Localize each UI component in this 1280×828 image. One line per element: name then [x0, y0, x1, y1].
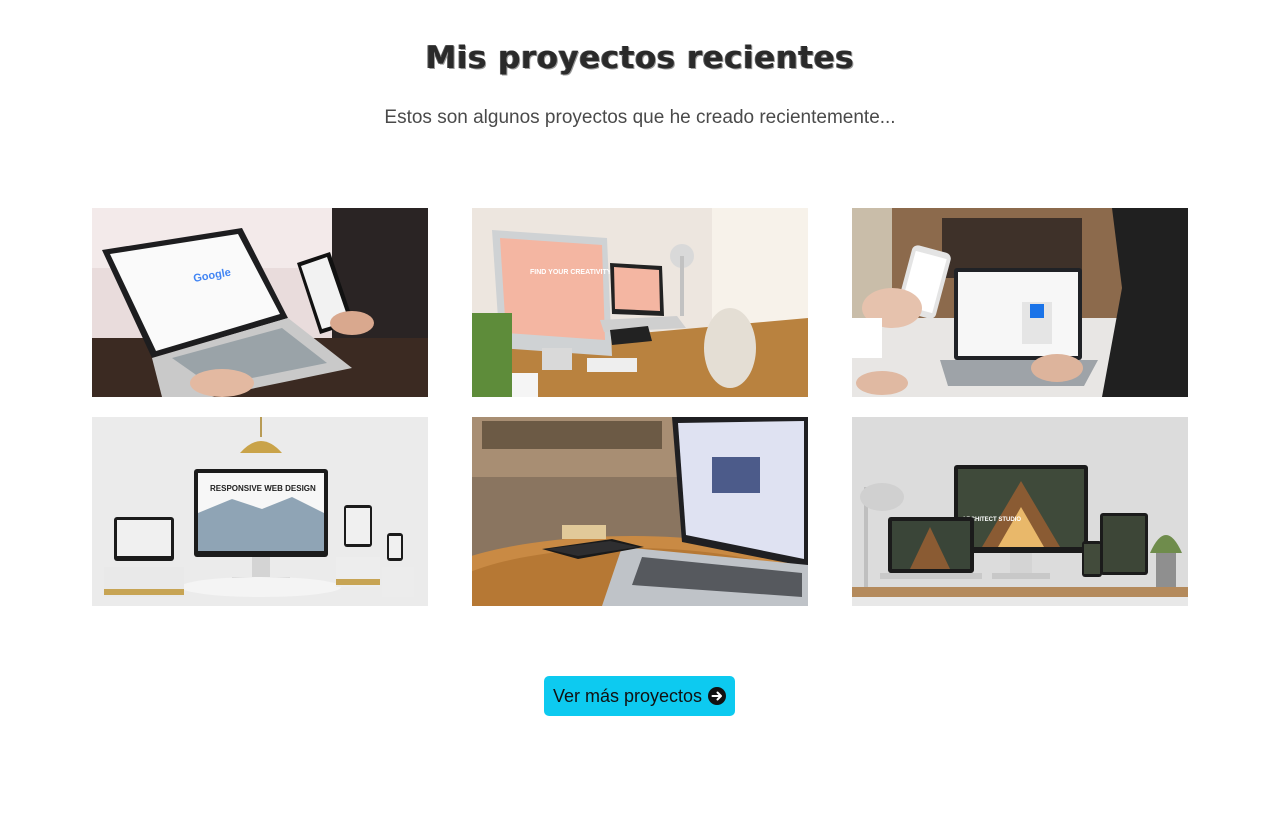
projects-section: Mis proyectos recientes Estos son alguno… — [0, 0, 1280, 828]
responsive-text: RESPONSIVE WEB DESIGN — [210, 484, 316, 493]
projects-grid: Google FIND YOUR CREATIVITY RESPONSIVE W… — [92, 208, 1188, 606]
project-image-architecture: ARCHITECT STUDIO — [852, 417, 1188, 606]
project-image-macbook — [472, 417, 808, 606]
project-card-responsive[interactable]: RESPONSIVE WEB DESIGN — [92, 417, 428, 606]
project-card-macbook[interactable] — [472, 417, 808, 606]
ver-mas-proyectos-button[interactable]: Ver más proyectos — [544, 676, 735, 716]
project-image-laptop-phone: Google — [92, 208, 428, 397]
project-card-phone-laptop[interactable] — [852, 208, 1188, 397]
project-card-architecture[interactable]: ARCHITECT STUDIO — [852, 417, 1188, 606]
project-card-laptop-phone[interactable]: Google — [92, 208, 428, 397]
creativity-text: FIND YOUR CREATIVITY — [530, 269, 612, 276]
section-subtitle: Estos son algunos proyectos que he cread… — [384, 107, 896, 128]
project-image-phone-laptop — [852, 208, 1188, 397]
project-image-imac-desk: FIND YOUR CREATIVITY — [472, 208, 808, 397]
arrow-right-circle-icon — [708, 687, 727, 705]
project-image-responsive: RESPONSIVE WEB DESIGN — [92, 417, 428, 606]
section-title: Mis proyectos recientes — [425, 40, 855, 76]
ver-mas-proyectos-label: Ver más proyectos — [552, 685, 703, 706]
project-card-imac-desk[interactable]: FIND YOUR CREATIVITY — [472, 208, 808, 397]
